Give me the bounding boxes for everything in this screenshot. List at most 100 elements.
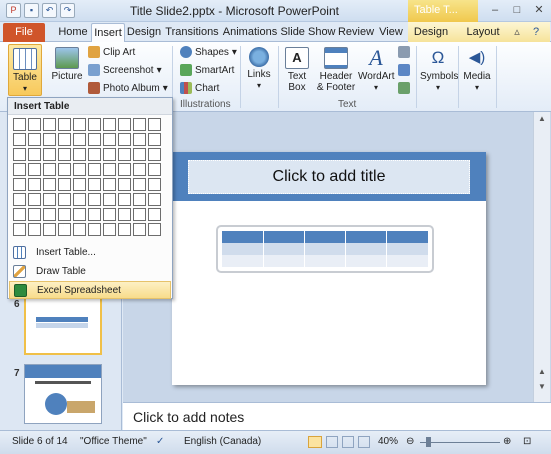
table-grid-cell[interactable]: [133, 208, 146, 221]
table-grid-cell[interactable]: [148, 223, 161, 236]
table-grid-cell[interactable]: [58, 148, 71, 161]
redo-icon[interactable]: ↷: [60, 3, 75, 18]
minimize-ribbon-icon[interactable]: ▵: [510, 23, 524, 42]
table-grid-cell[interactable]: [103, 193, 116, 206]
table-grid-cell[interactable]: [88, 208, 101, 221]
tab-table-design[interactable]: Design: [411, 23, 451, 42]
object-button[interactable]: [398, 82, 410, 94]
table-grid-cell[interactable]: [28, 193, 41, 206]
table-grid-cell[interactable]: [43, 148, 56, 161]
slide-thumbnail-6[interactable]: [24, 297, 102, 355]
table-grid-cell[interactable]: [13, 178, 26, 191]
table-grid-cell[interactable]: [13, 208, 26, 221]
tab-view[interactable]: View: [376, 23, 406, 42]
table-grid-cell[interactable]: [118, 163, 131, 176]
normal-view-icon[interactable]: [308, 436, 322, 448]
table-grid-cell[interactable]: [43, 193, 56, 206]
signature-line-button[interactable]: [398, 46, 410, 58]
screenshot-button[interactable]: Screenshot ▾: [88, 64, 162, 76]
table-grid-cell[interactable]: [73, 208, 86, 221]
wordart-button[interactable]: A WordArt ▾: [358, 47, 395, 93]
table-button[interactable]: Table ▾: [8, 44, 42, 96]
table-grid-cell[interactable]: [148, 118, 161, 131]
tab-transitions[interactable]: Transitions: [164, 23, 220, 42]
links-button[interactable]: Links ▾: [244, 47, 274, 91]
table-grid-cell[interactable]: [133, 133, 146, 146]
zoom-slider[interactable]: [420, 442, 500, 443]
table-grid-cell[interactable]: [118, 223, 131, 236]
fit-slide-icon[interactable]: ⊡: [523, 436, 531, 447]
table-grid-cell[interactable]: [118, 178, 131, 191]
table-grid-cell[interactable]: [28, 223, 41, 236]
table-grid-cell[interactable]: [13, 118, 26, 131]
table-grid-cell[interactable]: [58, 178, 71, 191]
draw-table-menu-item[interactable]: Draw Table: [9, 262, 171, 280]
table-grid-cell[interactable]: [103, 118, 116, 131]
tab-animations[interactable]: Animations: [222, 23, 278, 42]
table-grid-cell[interactable]: [73, 118, 86, 131]
date-time-button[interactable]: [398, 64, 410, 76]
zoom-level[interactable]: 40%: [378, 436, 398, 447]
tab-table-layout[interactable]: Layout: [463, 23, 503, 42]
table-grid-cell[interactable]: [103, 133, 116, 146]
table-grid-cell[interactable]: [28, 133, 41, 146]
table-grid-cell[interactable]: [58, 133, 71, 146]
tab-review[interactable]: Review: [337, 23, 375, 42]
table-grid-cell[interactable]: [43, 223, 56, 236]
table-grid-cell[interactable]: [28, 118, 41, 131]
smartart-button[interactable]: SmartArt: [180, 64, 234, 76]
scroll-up-icon[interactable]: ▲: [536, 114, 548, 126]
table-grid-cell[interactable]: [13, 133, 26, 146]
table-grid-cell[interactable]: [43, 118, 56, 131]
table-grid-cell[interactable]: [133, 223, 146, 236]
table-grid-cell[interactable]: [148, 163, 161, 176]
table-grid-cell[interactable]: [148, 193, 161, 206]
shapes-button[interactable]: Shapes ▾: [180, 46, 237, 58]
table-grid-cell[interactable]: [88, 148, 101, 161]
tab-file[interactable]: File: [3, 23, 45, 42]
table-grid-cell[interactable]: [88, 178, 101, 191]
table-grid-cell[interactable]: [133, 193, 146, 206]
title-placeholder[interactable]: Click to add title: [188, 160, 470, 194]
table-grid-cell[interactable]: [73, 193, 86, 206]
table-object[interactable]: [216, 225, 434, 273]
previous-slide-icon[interactable]: ▲: [536, 367, 548, 379]
table-grid-cell[interactable]: [73, 148, 86, 161]
notes-pane[interactable]: Click to add notes: [123, 402, 551, 430]
table-grid-cell[interactable]: [58, 193, 71, 206]
table-grid-cell[interactable]: [103, 208, 116, 221]
picture-button[interactable]: Picture: [50, 47, 84, 82]
insert-table-menu-item[interactable]: Insert Table...: [9, 243, 171, 261]
text-box-button[interactable]: A Text Box: [282, 47, 312, 93]
tab-slide-show[interactable]: Slide Show: [280, 23, 336, 42]
close-button[interactable]: ✕: [528, 2, 550, 18]
clip-art-button[interactable]: Clip Art: [88, 46, 135, 58]
table-grid-cell[interactable]: [58, 118, 71, 131]
table-grid-cell[interactable]: [103, 223, 116, 236]
language-indicator[interactable]: English (Canada): [184, 436, 261, 447]
table-grid-cell[interactable]: [103, 148, 116, 161]
table-grid-cell[interactable]: [88, 163, 101, 176]
undo-icon[interactable]: ↶: [42, 3, 57, 18]
table-grid-cell[interactable]: [28, 208, 41, 221]
table-grid-cell[interactable]: [148, 208, 161, 221]
table-grid-cell[interactable]: [13, 223, 26, 236]
table-grid-cell[interactable]: [13, 163, 26, 176]
help-icon[interactable]: ?: [528, 23, 544, 42]
save-icon[interactable]: ▪: [24, 3, 39, 18]
table-grid-cell[interactable]: [118, 193, 131, 206]
symbols-button[interactable]: Ω Symbols ▾: [420, 47, 458, 93]
photo-album-button[interactable]: Photo Album ▾: [88, 82, 168, 94]
table-grid-cell[interactable]: [148, 133, 161, 146]
table-grid-cell[interactable]: [118, 118, 131, 131]
table-grid-cell[interactable]: [103, 178, 116, 191]
table-grid-cell[interactable]: [73, 133, 86, 146]
table-grid-cell[interactable]: [28, 163, 41, 176]
table-grid-cell[interactable]: [73, 223, 86, 236]
slide-sorter-icon[interactable]: [326, 436, 338, 448]
table-grid-cell[interactable]: [43, 208, 56, 221]
table-grid-cell[interactable]: [118, 148, 131, 161]
table-grid-cell[interactable]: [133, 178, 146, 191]
table-grid-cell[interactable]: [133, 163, 146, 176]
next-slide-icon[interactable]: ▼: [536, 382, 548, 394]
